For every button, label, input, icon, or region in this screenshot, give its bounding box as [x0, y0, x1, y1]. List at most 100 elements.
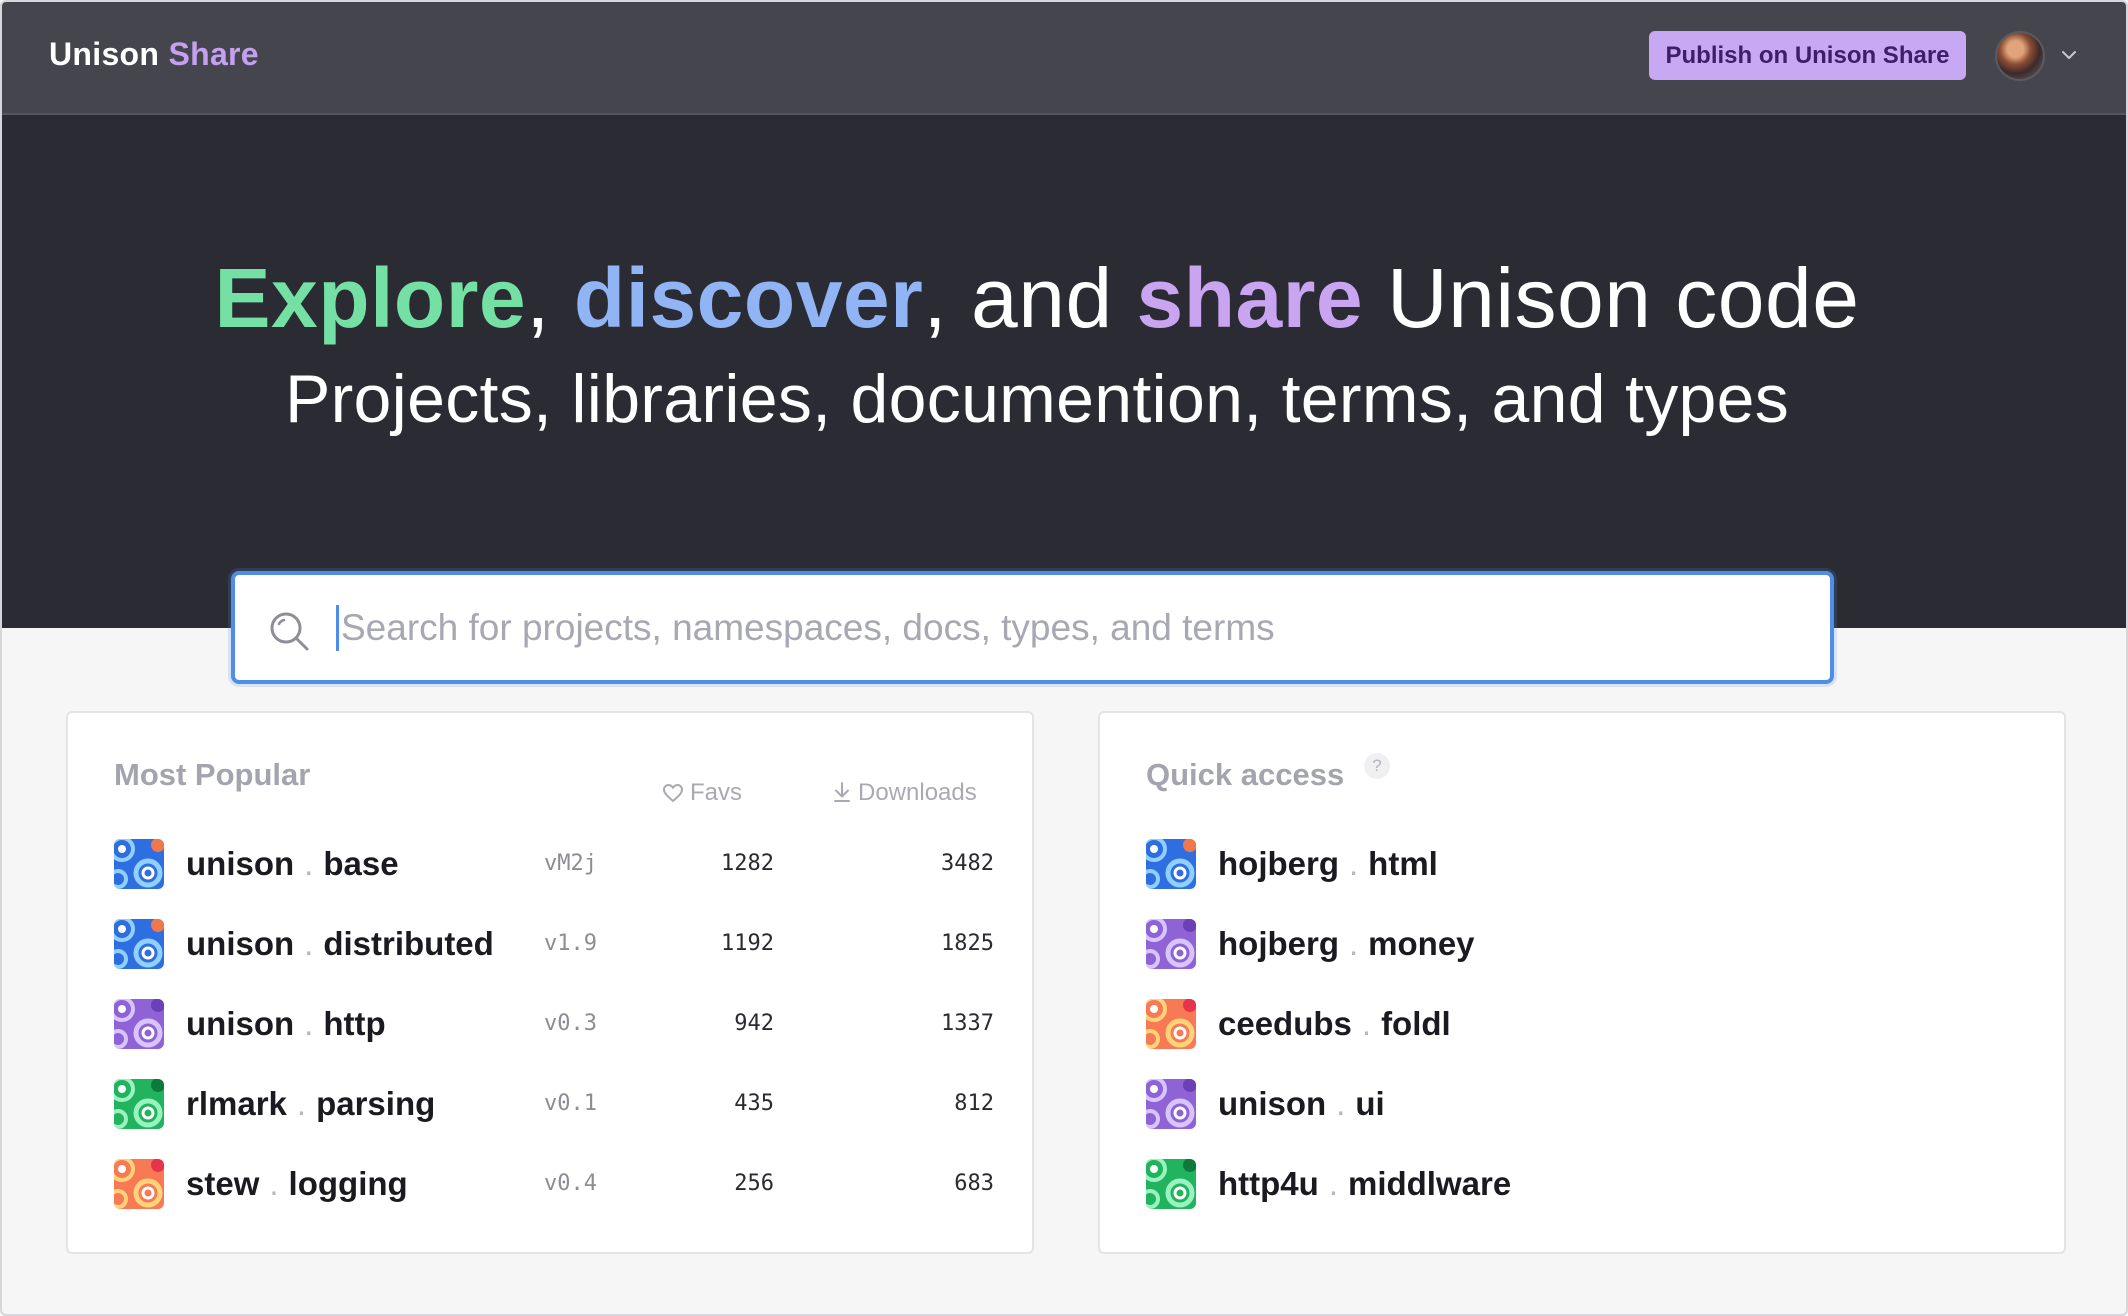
- hero-section: Explore, discover, and share Unison code…: [2, 115, 2126, 628]
- headline-discover: discover: [573, 251, 924, 345]
- project-owner: unison: [186, 925, 295, 962]
- project-slug: html: [1368, 845, 1438, 882]
- help-icon[interactable]: ?: [1364, 753, 1390, 779]
- quick-access-card: Quick access ? hojberg. html hojberg. money…: [1098, 711, 2066, 1254]
- project-icon: [1146, 1159, 1196, 1209]
- name-separator: .: [304, 845, 314, 882]
- list-item[interactable]: unison. ui: [1146, 1077, 2026, 1129]
- list-item[interactable]: unison. distributed v1.9 1192 1825: [114, 917, 994, 969]
- unison-share-logo[interactable]: Unison Share: [49, 36, 259, 73]
- most-popular-card: Most Popular Favs Downloads unison. base v…: [66, 711, 1034, 1254]
- project-slug: foldl: [1381, 1005, 1451, 1042]
- project-slug: distributed: [323, 925, 494, 962]
- project-name[interactable]: hojberg. html: [1218, 845, 1438, 883]
- list-item[interactable]: hojberg. money: [1146, 917, 2026, 969]
- downloads-count: 1337: [941, 1011, 994, 1036]
- name-separator: .: [269, 1165, 279, 1202]
- headline-and: , and: [923, 251, 1137, 345]
- downloads-count: 1825: [941, 931, 994, 956]
- project-name[interactable]: unison. http: [186, 1005, 386, 1043]
- favs-count: 1282: [721, 851, 774, 876]
- project-name[interactable]: unison. ui: [1218, 1085, 1385, 1123]
- list-item[interactable]: unison. base vM2j 1282 3482: [114, 837, 994, 889]
- project-name[interactable]: hojberg. money: [1218, 925, 1475, 963]
- name-separator: .: [1361, 1005, 1372, 1042]
- project-icon: [1146, 999, 1196, 1049]
- project-slug: parsing: [316, 1085, 436, 1122]
- headline-rest: Unison code: [1363, 251, 1860, 345]
- search-input[interactable]: [341, 597, 1801, 659]
- project-slug: money: [1368, 925, 1475, 962]
- hero-subtitle: Projects, libraries, documention, terms,…: [284, 361, 1790, 437]
- headline-explore: Explore: [214, 251, 527, 345]
- project-owner: hojberg: [1218, 845, 1339, 882]
- hero-headline: Explore, discover, and share Unison code: [2, 250, 2072, 347]
- project-owner: ceedubs: [1218, 1005, 1352, 1042]
- downloads-count: 812: [954, 1091, 994, 1116]
- heart-icon: [663, 784, 683, 802]
- project-icon: [1146, 1079, 1196, 1129]
- name-separator: .: [1328, 1165, 1338, 1202]
- list-item[interactable]: rlmark. parsing v0.1 435 812: [114, 1077, 994, 1129]
- project-owner: http4u: [1218, 1165, 1319, 1202]
- headline-comma: ,: [526, 251, 574, 345]
- app-window: Unison Share Publish on Unison Share Exp…: [0, 0, 2128, 1316]
- project-owner: unison: [186, 1005, 295, 1042]
- user-avatar[interactable]: [1995, 31, 2045, 81]
- name-separator: .: [1349, 845, 1359, 882]
- project-slug: logging: [288, 1165, 408, 1202]
- project-owner: unison: [186, 845, 295, 882]
- search-box[interactable]: [231, 571, 1834, 684]
- version-label: v0.4: [544, 1171, 597, 1196]
- project-icon: [114, 839, 164, 889]
- download-icon: [834, 782, 850, 802]
- list-item[interactable]: unison. http v0.3 942 1337: [114, 997, 994, 1049]
- favs-count: 435: [734, 1091, 774, 1116]
- most-popular-title: Most Popular: [114, 757, 311, 792]
- logo-text-unison: Unison: [49, 36, 160, 72]
- version-label: v1.9: [544, 931, 597, 956]
- project-name[interactable]: rlmark. parsing: [186, 1085, 435, 1123]
- name-separator: .: [1336, 1085, 1346, 1122]
- search-icon: [270, 612, 309, 651]
- publish-button[interactable]: Publish on Unison Share: [1649, 31, 1966, 80]
- favs-count: 1192: [721, 931, 774, 956]
- list-item[interactable]: ceedubs. foldl: [1146, 997, 2026, 1049]
- project-icon: [1146, 919, 1196, 969]
- project-name[interactable]: http4u. middlware: [1218, 1165, 1511, 1203]
- chevron-down-icon[interactable]: [2058, 44, 2080, 66]
- project-name[interactable]: stew. logging: [186, 1165, 408, 1203]
- headline-share: share: [1136, 251, 1364, 345]
- quick-access-title: Quick access: [1146, 757, 1345, 792]
- text-caret: [336, 605, 339, 651]
- project-slug: ui: [1355, 1085, 1385, 1122]
- list-item[interactable]: stew. logging v0.4 256 683: [114, 1157, 994, 1209]
- name-separator: .: [296, 1085, 307, 1122]
- favs-count: 256: [734, 1171, 774, 1196]
- top-bar: Unison Share Publish on Unison Share: [2, 2, 2126, 115]
- version-label: vM2j: [544, 851, 597, 876]
- project-slug: http: [323, 1005, 386, 1042]
- name-separator: .: [304, 925, 314, 962]
- logo-text-share: Share: [168, 36, 259, 72]
- favs-column-header: Favs: [662, 779, 742, 807]
- project-slug: base: [323, 845, 399, 882]
- project-owner: unison: [1218, 1085, 1327, 1122]
- project-owner: hojberg: [1218, 925, 1339, 962]
- favs-label: Favs: [690, 779, 743, 806]
- list-item[interactable]: http4u. middlware: [1146, 1157, 2026, 1209]
- version-label: v0.1: [544, 1091, 597, 1116]
- list-item[interactable]: hojberg. html: [1146, 837, 2026, 889]
- project-owner: stew: [186, 1165, 260, 1202]
- project-name[interactable]: unison. base: [186, 845, 399, 883]
- project-name[interactable]: unison. distributed: [186, 925, 494, 963]
- project-owner: rlmark: [186, 1085, 287, 1122]
- name-separator: .: [1349, 925, 1359, 962]
- project-icon: [1146, 839, 1196, 889]
- downloads-count: 683: [954, 1171, 994, 1196]
- project-icon: [114, 919, 164, 969]
- downloads-column-header: Downloads: [832, 779, 977, 807]
- downloads-count: 3482: [941, 851, 994, 876]
- project-name[interactable]: ceedubs. foldl: [1218, 1005, 1451, 1043]
- version-label: v0.3: [544, 1011, 597, 1036]
